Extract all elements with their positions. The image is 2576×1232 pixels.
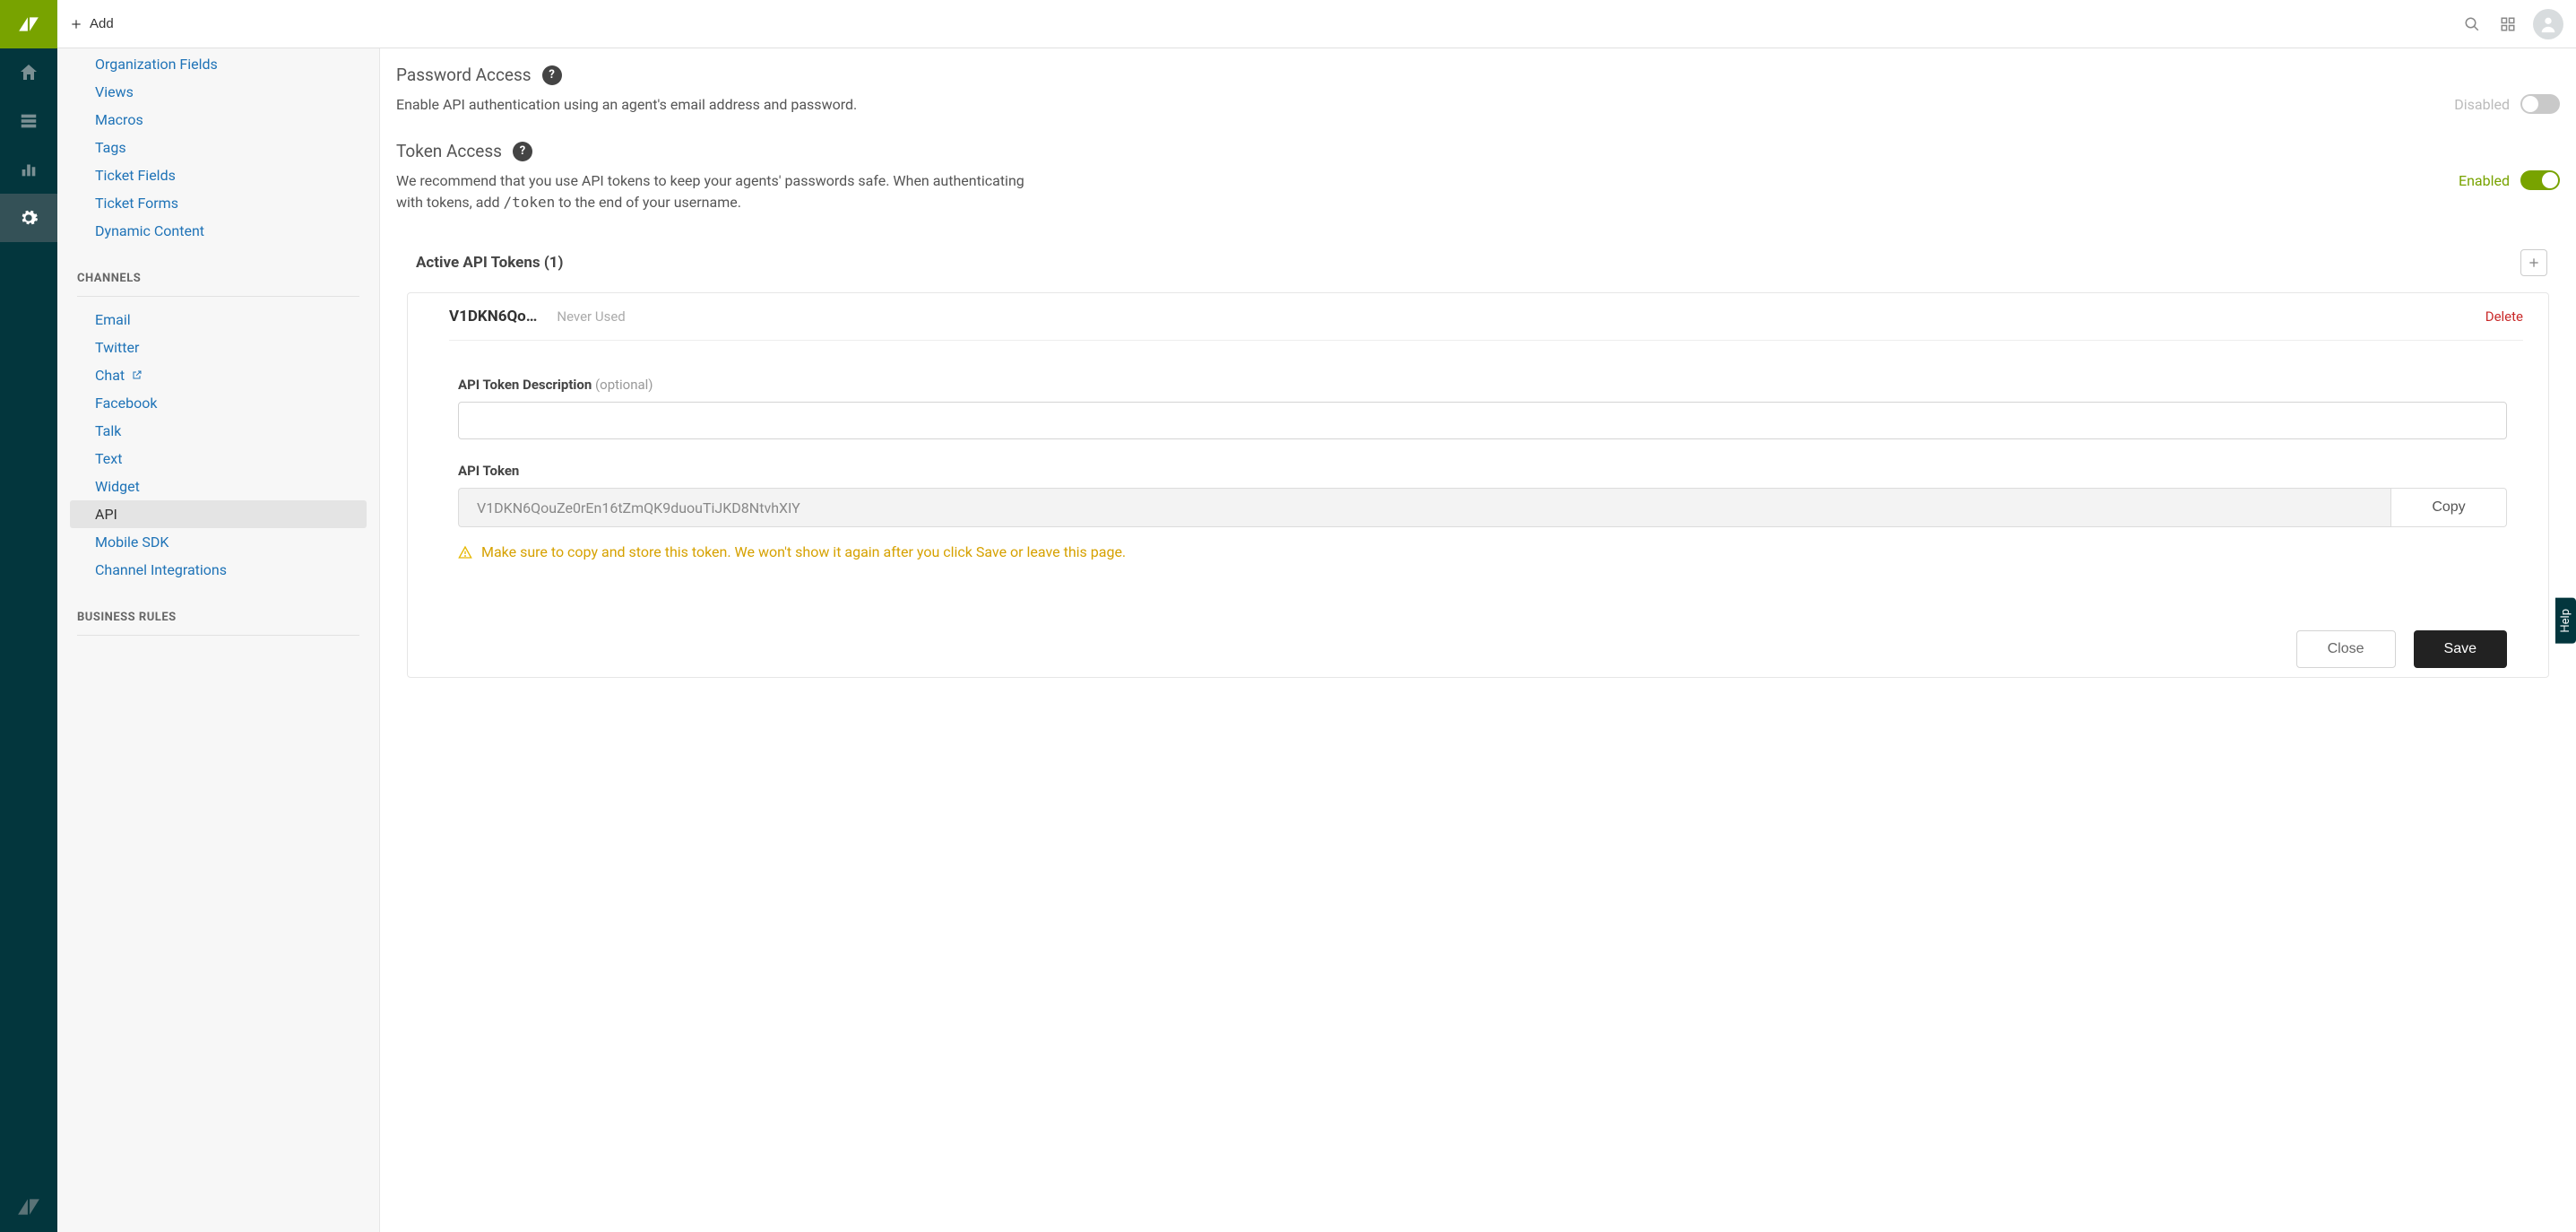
zendesk-icon xyxy=(17,1197,40,1217)
token-usage: Never Used xyxy=(557,308,625,325)
token-preview: V1DKN6Qo… xyxy=(449,308,537,325)
sidebar-item-facebook[interactable]: Facebook xyxy=(70,389,367,417)
sidebar-header-channels: CHANNELS xyxy=(57,245,379,296)
sidebar-item-tags[interactable]: Tags xyxy=(70,134,367,161)
section-description: Enable API authentication using an agent… xyxy=(396,94,857,116)
sidebar-item-twitter[interactable]: Twitter xyxy=(70,334,367,361)
person-icon xyxy=(2538,14,2558,34)
brand-logo[interactable] xyxy=(0,0,57,48)
sidebar-item-views[interactable]: Views xyxy=(70,78,367,106)
password-access-section: Password Access ? Enable API authenticat… xyxy=(380,57,2576,134)
nav-zendesk-home[interactable] xyxy=(0,1182,57,1232)
sidebar-item-email[interactable]: Email xyxy=(70,306,367,334)
zendesk-logo-icon xyxy=(17,13,40,36)
field-label: API Token xyxy=(458,463,2507,479)
nav-admin[interactable] xyxy=(0,194,57,242)
plus-icon xyxy=(2527,256,2541,270)
token-access-toggle[interactable] xyxy=(2520,170,2560,190)
sidebar-item-ticket-fields[interactable]: Ticket Fields xyxy=(70,161,367,189)
sidebar-item-ticket-forms[interactable]: Ticket Forms xyxy=(70,189,367,217)
close-button[interactable]: Close xyxy=(2296,630,2396,668)
sidebar-item-chat[interactable]: Chat xyxy=(70,361,367,389)
copy-button[interactable]: Copy xyxy=(2390,488,2507,527)
sidebar-item-text[interactable]: Text xyxy=(70,445,367,473)
sidebar-item-channel-integrations[interactable]: Channel Integrations xyxy=(70,556,367,584)
panel-title: Active API Tokens (1) xyxy=(416,254,564,272)
token-description-input[interactable] xyxy=(458,402,2507,439)
settings-sidebar: Organization Fields Views Macros Tags Ti… xyxy=(57,48,380,1232)
sidebar-item-widget[interactable]: Widget xyxy=(70,473,367,500)
home-icon xyxy=(18,62,39,83)
apps-grid-icon xyxy=(2500,16,2516,32)
plus-icon xyxy=(70,18,82,30)
add-token-button[interactable] xyxy=(2520,249,2547,276)
section-description: We recommend that you use API tokens to … xyxy=(396,170,1042,213)
token-description-field: API Token Description (optional) xyxy=(458,377,2507,439)
toggle-state-label: Disabled xyxy=(2454,96,2510,113)
sidebar-item-talk[interactable]: Talk xyxy=(70,417,367,445)
user-avatar[interactable] xyxy=(2533,9,2563,39)
help-tab[interactable]: Help xyxy=(2555,598,2576,644)
nav-home[interactable] xyxy=(0,48,57,97)
divider xyxy=(77,296,359,297)
sidebar-item-organization-fields[interactable]: Organization Fields xyxy=(70,50,367,78)
token-access-section: Token Access ? We recommend that you use… xyxy=(380,134,2576,231)
sidebar-item-dynamic-content[interactable]: Dynamic Content xyxy=(70,217,367,245)
section-title: Token Access xyxy=(396,141,502,161)
external-link-icon xyxy=(132,370,143,383)
section-title: Password Access xyxy=(396,65,532,85)
toggle-state-label: Enabled xyxy=(2459,172,2510,189)
apps-button[interactable] xyxy=(2490,6,2526,42)
tokens-panel: Active API Tokens (1) V1DKN6Qo… Never Us… xyxy=(380,231,2576,678)
search-icon xyxy=(2464,16,2480,32)
token-value-display[interactable]: V1DKN6QouZe0rEn16tZmQK9duouTiJKD8NtvhXIY xyxy=(458,488,2390,527)
token-value-field: API Token V1DKN6QouZe0rEn16tZmQK9duouTiJ… xyxy=(458,463,2507,560)
help-icon[interactable]: ? xyxy=(513,142,532,161)
token-card: V1DKN6Qo… Never Used Delete API Token De… xyxy=(407,292,2549,678)
nav-rail xyxy=(0,0,57,1232)
gear-icon xyxy=(19,208,39,228)
save-button[interactable]: Save xyxy=(2414,630,2507,668)
sidebar-item-mobile-sdk[interactable]: Mobile SDK xyxy=(70,528,367,556)
add-label: Add xyxy=(90,16,114,31)
optional-hint: (optional) xyxy=(595,377,653,393)
password-access-toggle[interactable] xyxy=(2520,94,2560,114)
warning-icon xyxy=(458,545,472,560)
search-button[interactable] xyxy=(2454,6,2490,42)
bar-chart-icon xyxy=(19,160,39,179)
warning-text: Make sure to copy and store this token. … xyxy=(481,543,1126,560)
sidebar-item-label: Chat xyxy=(95,367,125,384)
help-icon[interactable]: ? xyxy=(542,65,562,85)
sidebar-header-business-rules: BUSINESS RULES xyxy=(57,584,379,635)
list-icon xyxy=(19,111,39,131)
nav-reports[interactable] xyxy=(0,145,57,194)
add-button[interactable]: Add xyxy=(70,16,114,31)
token-warning: Make sure to copy and store this token. … xyxy=(458,543,2507,560)
sidebar-item-api[interactable]: API xyxy=(70,500,367,528)
main-content: Password Access ? Enable API authenticat… xyxy=(380,48,2576,1232)
nav-views[interactable] xyxy=(0,97,57,145)
sidebar-item-macros[interactable]: Macros xyxy=(70,106,367,134)
divider xyxy=(77,635,359,636)
delete-token-link[interactable]: Delete xyxy=(2485,308,2523,325)
field-label: API Token Description xyxy=(458,377,592,393)
topbar: Add xyxy=(57,0,2576,48)
